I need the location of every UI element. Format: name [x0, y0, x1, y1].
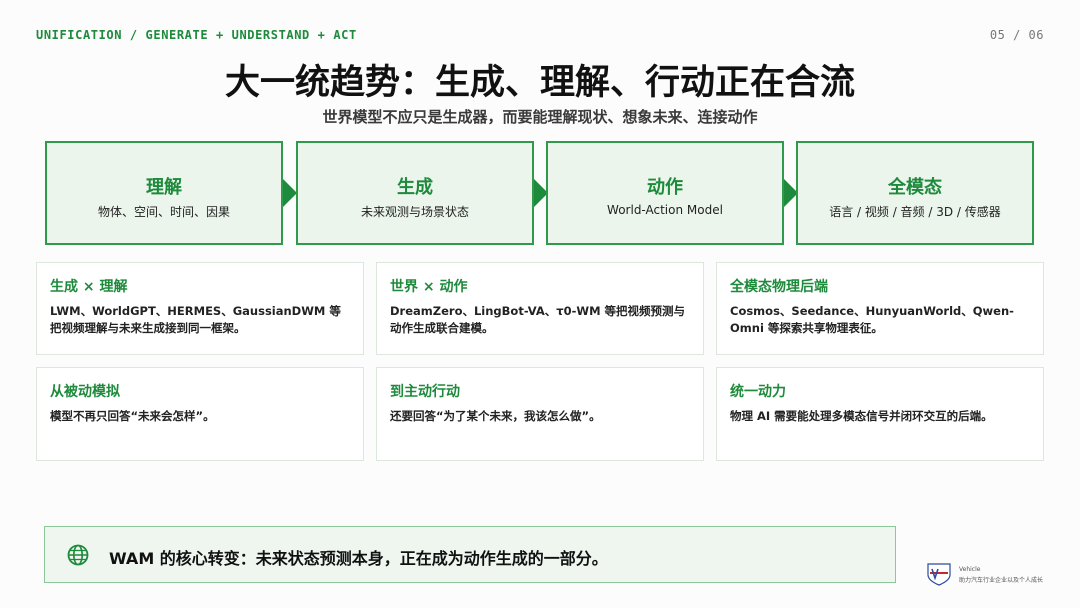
info-card-title: 世界 × 动作 [390, 279, 468, 295]
info-card-title: 统一动力 [730, 384, 786, 400]
vehicle-shield-icon [927, 563, 951, 586]
logo-tagline: 助力汽车行业企业以及个人成长 [959, 577, 1044, 584]
info-card-body: 还要回答“为了某个未来，我该怎么做”。 [390, 409, 601, 423]
flow-card-title: 全模态 [888, 177, 942, 198]
info-card-omni-backend: 全模态物理后端 Cosmos、Seedance、HunyuanWorld、Qwe… [716, 262, 1044, 355]
info-card-body: LWM、WorldGPT、HERMES、GaussianDWM 等把视频理解与未… [50, 304, 341, 335]
flow-card-desc: 物体、空间、时间、因果 [97, 205, 230, 219]
info-card-active: 到主动行动 还要回答“为了某个未来，我该怎么做”。 [376, 367, 704, 461]
brand-logo: Vehicle 助力汽车行业企业以及个人成长 [925, 562, 1055, 590]
flow-card-understand: 理解 物体、空间、时间、因果 [45, 141, 283, 245]
flow-card-generate: 生成 未来观测与场景状态 [296, 141, 534, 245]
page-number: 05 / 06 [989, 28, 1044, 42]
arrow-right-icon [283, 179, 297, 207]
info-card-gen-understand: 生成 × 理解 LWM、WorldGPT、HERMES、GaussianDWM … [36, 262, 364, 355]
flow-card-desc: 未来观测与场景状态 [360, 205, 469, 219]
logo-name: Vehicle [959, 566, 981, 573]
flow-card-omni: 全模态 语言 / 视频 / 音频 / 3D / 传感器 [796, 141, 1034, 245]
slide-subtitle: 世界模型不应只是生成器，而要能理解现状、想象未来、连接动作 [322, 108, 758, 126]
info-card-title: 到主动行动 [390, 384, 460, 400]
flow-card-title: 动作 [647, 177, 683, 198]
globe-icon [67, 544, 89, 566]
info-card-unified: 统一动力 物理 AI 需要能处理多模态信号并闭环交互的后端。 [716, 367, 1044, 461]
flow-card-desc: 语言 / 视频 / 音频 / 3D / 传感器 [829, 205, 1001, 219]
slide-title: 大一统趋势：生成、理解、行动正在合流 [224, 63, 855, 103]
flow-card-desc: World-Action Model [607, 203, 723, 217]
info-card-title: 生成 × 理解 [50, 279, 128, 295]
info-card-passive: 从被动模拟 模型不再只回答“未来会怎样”。 [36, 367, 364, 461]
flow-card-action: 动作 World-Action Model [546, 141, 784, 245]
banner-text: WAM 的核心转变：未来状态预测本身，正在成为动作生成的一部分。 [109, 549, 608, 568]
info-card-body: DreamZero、LingBot-VA、τ0-WM 等把视频预测与动作生成联合… [390, 304, 686, 335]
flow-card-title: 理解 [146, 177, 182, 198]
info-card-title: 全模态物理后端 [730, 279, 828, 295]
info-card-body: 模型不再只回答“未来会怎样”。 [50, 409, 215, 423]
flow-row: 理解 物体、空间、时间、因果 生成 未来观测与场景状态 动作 World-Act… [45, 141, 1035, 245]
info-card-body: Cosmos、Seedance、HunyuanWorld、Qwen-Omni 等… [730, 304, 1014, 335]
info-card-world-action: 世界 × 动作 DreamZero、LingBot-VA、τ0-WM 等把视频预… [376, 262, 704, 355]
key-takeaway-banner: WAM 的核心转变：未来状态预测本身，正在成为动作生成的一部分。 [44, 526, 896, 583]
info-card-title: 从被动模拟 [50, 384, 120, 400]
flow-card-title: 生成 [397, 177, 433, 198]
info-card-body: 物理 AI 需要能处理多模态信号并闭环交互的后端。 [730, 409, 993, 423]
section-eyebrow: UNIFICATION / GENERATE + UNDERSTAND + AC… [36, 28, 357, 42]
